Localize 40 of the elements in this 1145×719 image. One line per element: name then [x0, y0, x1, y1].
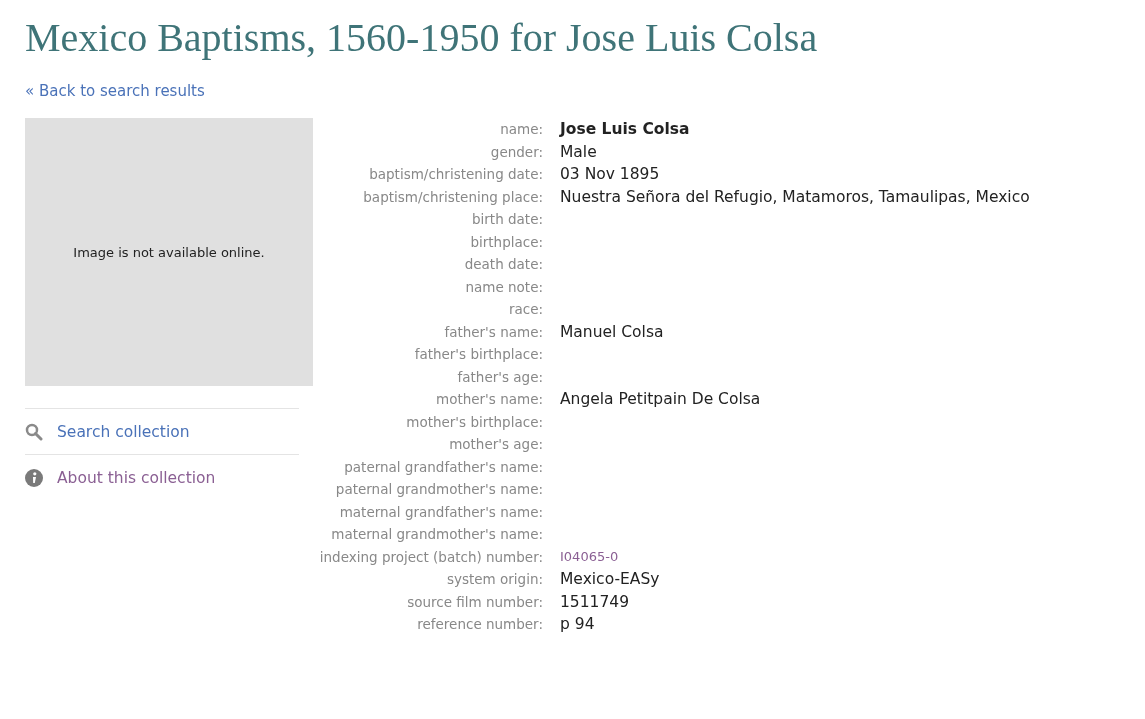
field-label: death date: [463, 255, 543, 274]
page-title: Mexico Baptisms, 1560-1950 for Jose Luis Colsa [25, 14, 819, 62]
field-label: system origin: [445, 570, 543, 589]
field-value: Manuel Colsa [560, 322, 664, 341]
field-value: p 94 [560, 615, 595, 633]
field-value: Nuestra Señora del Refugio, Matamoros, Tamaulipas, Mexico [560, 187, 1030, 206]
field-label: father's birthplace: [413, 345, 543, 364]
field-value: Mexico-EASy [560, 570, 660, 588]
field-label: mother's birthplace: [405, 412, 543, 432]
field-label: gender: [489, 142, 543, 162]
field-value: Angela Petitpain De Colsa [560, 390, 761, 408]
field-label: maternal grandfather's name: [338, 502, 543, 522]
field-label: reference number: [416, 615, 543, 634]
field-label: paternal grandfather's name: [343, 457, 543, 477]
field-label: name: [499, 120, 543, 139]
field-label: father's age: [456, 367, 543, 387]
field-label: paternal grandmother's name: [334, 480, 543, 499]
field-value: Male [560, 142, 597, 161]
field-label: name note: [464, 277, 543, 297]
field-label: baptism/christening date: [368, 165, 543, 184]
field-value: 1511749 [560, 592, 630, 611]
field-label: mother's name: [435, 390, 543, 409]
field-label: source film number: [406, 592, 543, 612]
field-label: father's name: [443, 322, 543, 342]
field-value: Jose Luis Colsa [560, 120, 690, 138]
field-label: birth date: [471, 210, 543, 229]
search-icon [25, 422, 43, 441]
field-label: birthplace: [469, 232, 543, 252]
sidebar-link[interactable]: Search collection [57, 422, 190, 441]
field-label: maternal grandmother's name: [330, 525, 543, 544]
unavailable-message: Image is not available online. [73, 244, 265, 260]
back-link[interactable]: « Back to search results [25, 82, 205, 100]
sidebar-link[interactable]: About this collection [57, 468, 216, 487]
info-icon [25, 468, 43, 487]
field-label: race: [507, 300, 543, 319]
batch-number-link[interactable]: I04065-0 [560, 548, 619, 564]
field-label: indexing project (batch) number: [318, 547, 543, 567]
field-value: 03 Nov 1895 [560, 165, 660, 183]
field-label: baptism/christening place: [362, 187, 543, 207]
field-label: mother's age: [448, 435, 543, 454]
